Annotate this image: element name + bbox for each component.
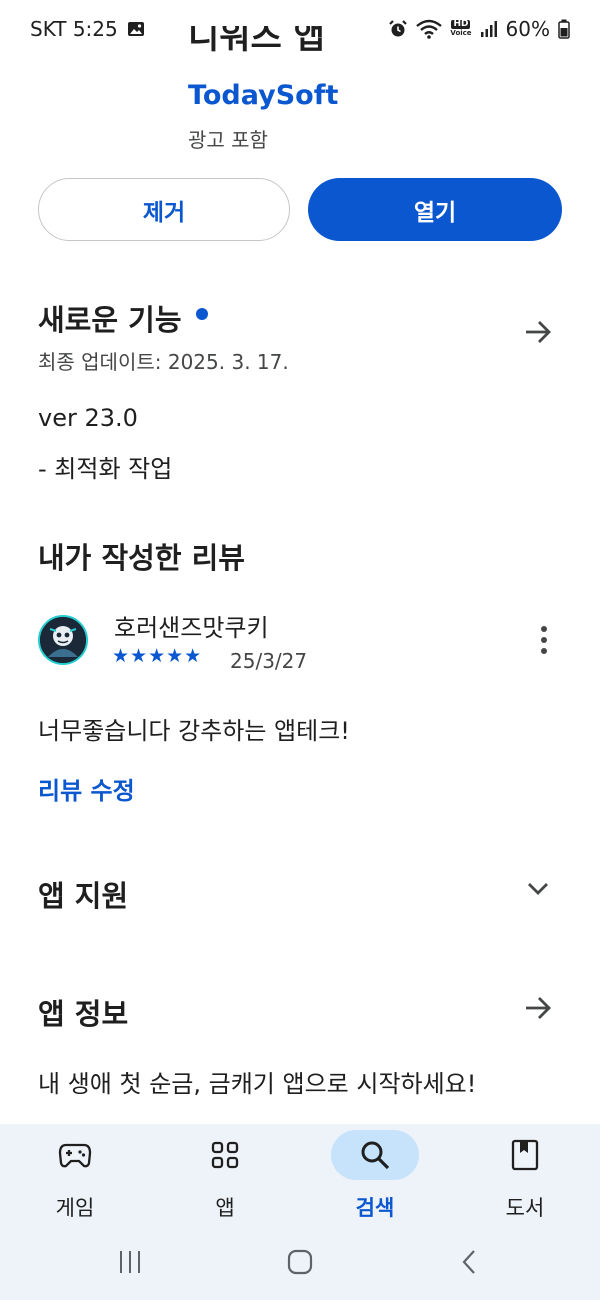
nav-item-search[interactable]: 검색 bbox=[300, 1124, 450, 1222]
app-title: 디워즈 앱 bbox=[188, 26, 325, 57]
chevron-down-icon[interactable] bbox=[524, 874, 552, 902]
nav-item-apps[interactable]: 앱 bbox=[150, 1124, 300, 1222]
avatar bbox=[38, 615, 88, 665]
edit-review-link[interactable]: 리뷰 수정 bbox=[38, 771, 135, 806]
nav-icon-container bbox=[31, 1130, 119, 1180]
nav-icon-container-active bbox=[331, 1130, 419, 1180]
search-icon bbox=[361, 1141, 390, 1170]
nav-icon-container bbox=[181, 1130, 269, 1180]
recent-apps-button[interactable] bbox=[110, 1240, 150, 1284]
release-notes: - 최적화 작업 bbox=[38, 455, 173, 483]
home-button[interactable] bbox=[280, 1240, 320, 1284]
review-text: 너무좋습니다 강추하는 앱테크! bbox=[38, 717, 350, 745]
hd-label: HD bbox=[451, 19, 471, 29]
app-support-title: 앱 지원 bbox=[38, 879, 129, 913]
status-left: SKT 5:25 bbox=[30, 17, 146, 41]
nav-icon-container bbox=[481, 1130, 569, 1180]
whats-new-title: 새로운 기능 bbox=[38, 297, 208, 339]
back-chevron-icon bbox=[462, 1250, 475, 1274]
apps-grid-icon bbox=[211, 1141, 239, 1169]
back-button[interactable] bbox=[450, 1240, 490, 1284]
last-updated: 최종 업데이트: 2025. 3. 17. bbox=[38, 350, 289, 374]
new-indicator-dot bbox=[195, 308, 208, 320]
review-date: 25/3/27 bbox=[230, 649, 308, 673]
home-icon bbox=[287, 1249, 313, 1275]
open-button[interactable]: 열기 bbox=[308, 178, 562, 241]
developer-link[interactable]: TodaySoft bbox=[188, 80, 338, 111]
system-navigation-bar bbox=[0, 1240, 600, 1284]
nav-label-games: 게임 bbox=[55, 1196, 95, 1220]
version-text: ver 23.0 bbox=[38, 404, 138, 432]
wifi-icon bbox=[416, 19, 443, 39]
alarm-icon bbox=[388, 19, 408, 39]
app-info-title: 앱 정보 bbox=[38, 997, 129, 1031]
star-rating: ★★★★★ bbox=[112, 645, 203, 667]
nav-label-apps: 앱 bbox=[215, 1196, 235, 1220]
uninstall-button[interactable]: 제거 bbox=[38, 178, 290, 241]
hd-voice-icon: HD Voice bbox=[450, 20, 471, 38]
book-icon bbox=[511, 1139, 539, 1171]
status-right: HD Voice 60% bbox=[388, 17, 570, 41]
more-vert-icon[interactable] bbox=[532, 624, 556, 656]
battery-icon bbox=[558, 19, 570, 39]
signal-icon bbox=[480, 20, 498, 38]
recent-apps-icon bbox=[120, 1251, 140, 1273]
voice-label: Voice bbox=[450, 29, 472, 37]
avatar-image bbox=[40, 617, 86, 663]
nav-item-books[interactable]: 도서 bbox=[450, 1124, 600, 1222]
arrow-right-icon[interactable] bbox=[522, 316, 554, 348]
nav-label-books: 도서 bbox=[505, 1196, 545, 1220]
reviewer-name: 호러샌즈맛쿠키 bbox=[114, 614, 269, 642]
nav-item-games[interactable]: 게임 bbox=[0, 1124, 150, 1222]
whats-new-title-text: 새로운 기능 bbox=[38, 303, 182, 337]
my-review-title: 내가 작성한 리뷰 bbox=[38, 541, 245, 575]
contains-ads-label: 광고 포함 bbox=[188, 128, 268, 152]
gallery-notification-icon bbox=[126, 19, 146, 39]
nav-label-search: 검색 bbox=[355, 1196, 395, 1220]
battery-percent: 60% bbox=[505, 17, 550, 41]
arrow-right-icon[interactable] bbox=[522, 992, 554, 1024]
carrier-time: SKT 5:25 bbox=[30, 17, 118, 41]
app-description: 내 생애 첫 순금, 금캐기 앱으로 시작하세요! bbox=[38, 1070, 477, 1098]
gamepad-icon bbox=[58, 1143, 92, 1168]
